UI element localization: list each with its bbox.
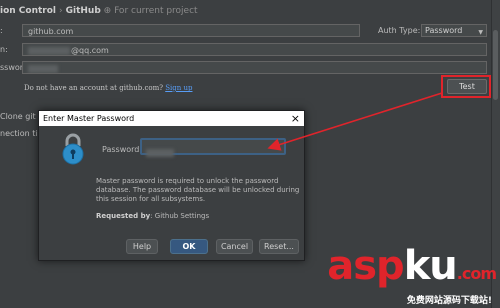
- watermark-subtitle: 免费网站源码下载站!: [406, 296, 492, 306]
- watermark-red: asp: [327, 243, 404, 289]
- watermark-logo: aspku.com: [327, 243, 497, 294]
- watermark-white: ku: [403, 243, 458, 289]
- watermark-suffix: .com: [456, 264, 497, 283]
